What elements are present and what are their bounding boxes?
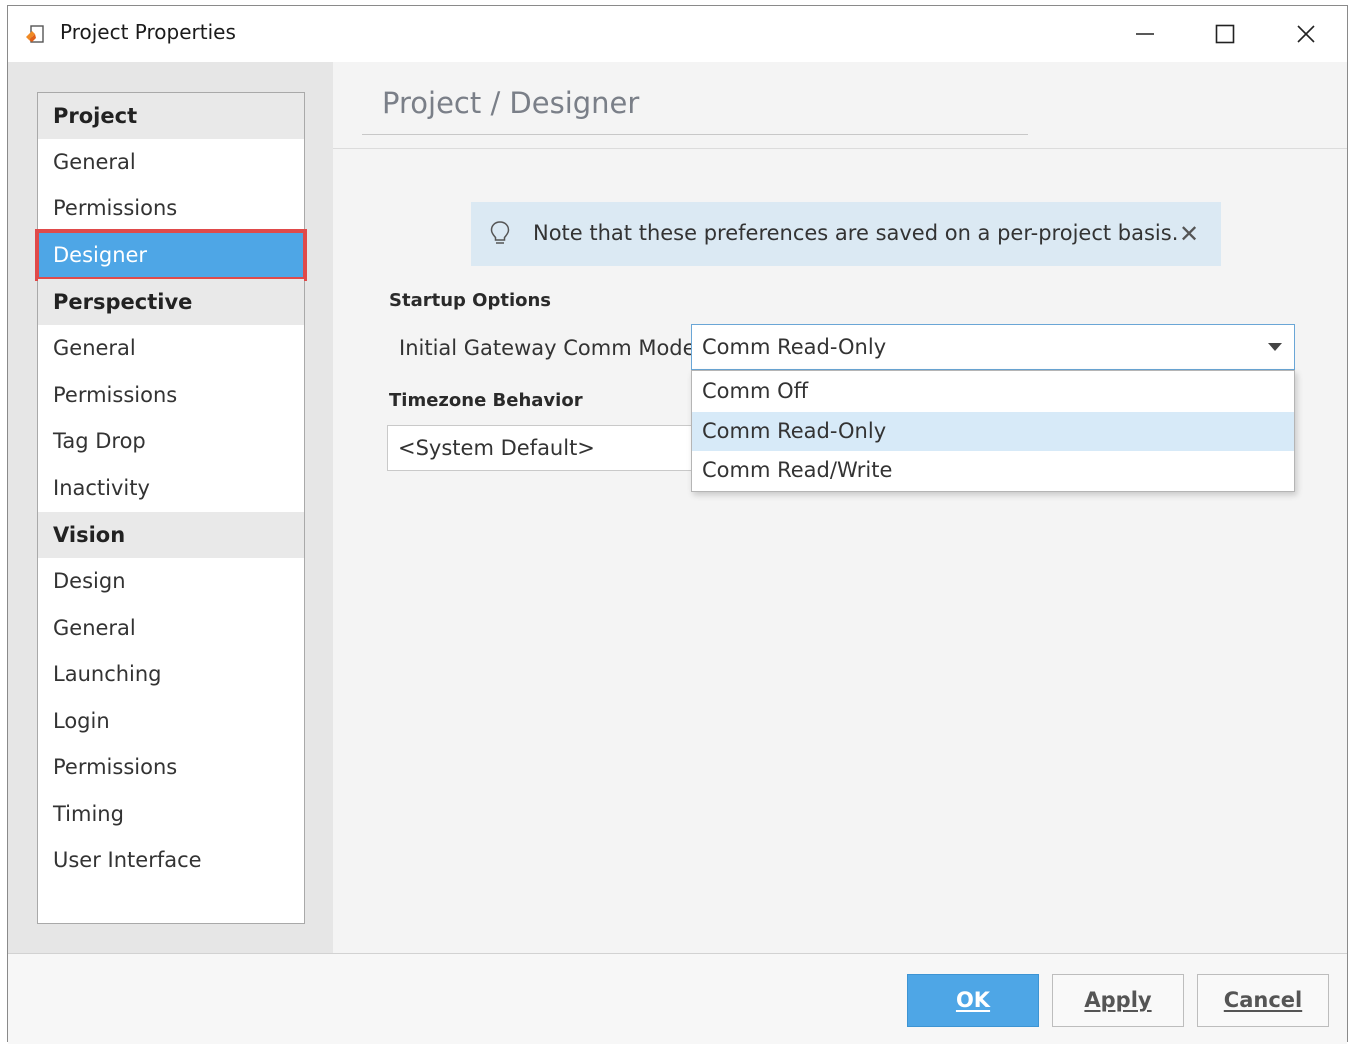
nav-item-design[interactable]: Design — [38, 558, 304, 604]
timezone-value: <System Default> — [398, 436, 595, 460]
close-icon — [1297, 25, 1315, 43]
title-divider — [362, 134, 1028, 135]
window-title: Project Properties — [60, 20, 236, 44]
minimize-icon — [1136, 33, 1154, 35]
chevron-down-icon — [1268, 343, 1282, 351]
header-divider — [333, 148, 1347, 149]
option-comm-off[interactable]: Comm Off — [692, 372, 1294, 411]
nav-item-perspective-permissions[interactable]: Permissions — [38, 372, 304, 418]
nav-item-project-designer[interactable]: Designer — [35, 229, 307, 281]
nav-item-project-general[interactable]: General — [38, 139, 304, 185]
maximize-icon — [1215, 24, 1235, 44]
nav-group-vision: Vision — [38, 512, 304, 558]
nav-item-tag-drop[interactable]: Tag Drop — [38, 418, 304, 464]
nav-item-launching[interactable]: Launching — [38, 651, 304, 697]
page-title: Project / Designer — [382, 86, 640, 120]
ok-button[interactable]: OK — [907, 974, 1039, 1027]
info-note-banner: Note that these preferences are saved on… — [471, 202, 1221, 266]
comm-mode-options-menu: Comm Off Comm Read-Only Comm Read/Write — [691, 370, 1295, 492]
minimize-button[interactable] — [1105, 6, 1185, 62]
nav-item-login[interactable]: Login — [38, 698, 304, 744]
timezone-select[interactable]: <System Default> — [387, 425, 707, 471]
nav-item-vision-permissions[interactable]: Permissions — [38, 744, 304, 790]
nav-item-project-permissions[interactable]: Permissions — [38, 185, 304, 231]
dialog-footer: OK Apply Cancel — [8, 953, 1347, 1044]
close-icon[interactable]: ✕ — [1179, 220, 1199, 248]
project-properties-window: Project Properties Project General Permi… — [7, 5, 1348, 1044]
settings-nav-list: Project General Permissions Designer Per… — [35, 92, 307, 924]
nav-item-vision-general[interactable]: General — [38, 605, 304, 651]
dialog-content: Project General Permissions Designer Per… — [8, 62, 1347, 953]
comm-mode-dropdown[interactable]: Comm Read-Only — [691, 324, 1295, 370]
close-window-button[interactable] — [1266, 6, 1346, 62]
nav-group-perspective: Perspective — [38, 279, 304, 325]
apply-button[interactable]: Apply — [1052, 974, 1184, 1027]
startup-options-heading: Startup Options — [389, 290, 552, 311]
cancel-button[interactable]: Cancel — [1197, 974, 1329, 1027]
comm-mode-label: Initial Gateway Comm Mode — [399, 336, 696, 360]
note-text: Note that these preferences are saved on… — [533, 221, 1179, 245]
comm-mode-value: Comm Read-Only — [702, 335, 887, 359]
maximize-button[interactable] — [1185, 6, 1265, 62]
option-comm-read-only[interactable]: Comm Read-Only — [692, 412, 1294, 451]
nav-item-timing[interactable]: Timing — [38, 791, 304, 837]
nav-group-project: Project — [38, 93, 304, 139]
option-comm-read-write[interactable]: Comm Read/Write — [692, 451, 1294, 490]
ignition-designer-icon — [26, 25, 44, 43]
timezone-behavior-heading: Timezone Behavior — [389, 390, 583, 411]
nav-item-perspective-general[interactable]: General — [38, 325, 304, 371]
nav-item-inactivity[interactable]: Inactivity — [38, 465, 304, 511]
nav-item-user-interface[interactable]: User Interface — [38, 837, 304, 883]
lightbulb-icon — [490, 221, 510, 244]
title-bar: Project Properties — [8, 6, 1347, 63]
